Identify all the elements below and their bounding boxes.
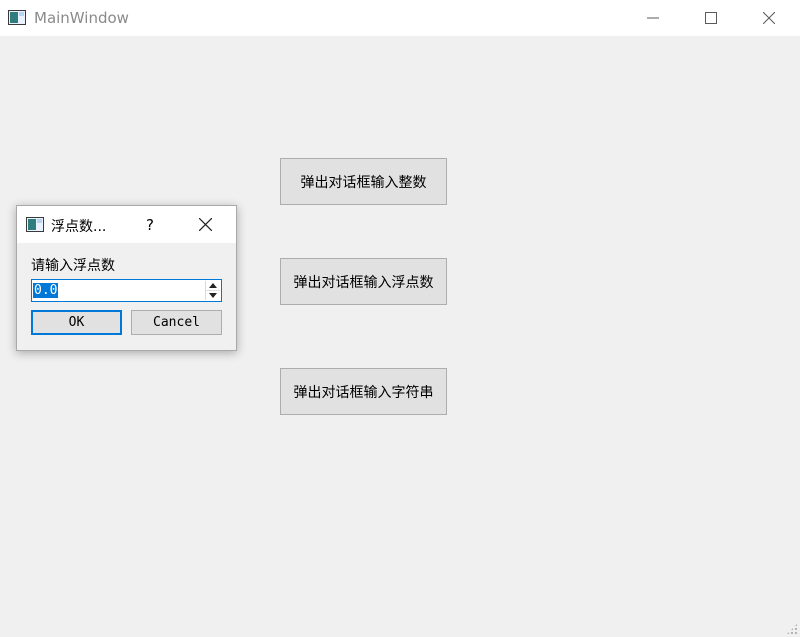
help-icon: ?: [146, 216, 154, 234]
spin-up-button[interactable]: [206, 281, 220, 291]
input-string-button[interactable]: 弹出对话框输入字符串: [280, 368, 447, 415]
dialog-app-icon: [26, 217, 44, 232]
input-integer-button[interactable]: 弹出对话框输入整数: [280, 158, 447, 205]
main-window-titlebar[interactable]: MainWindow: [0, 0, 800, 36]
maximize-icon: [705, 12, 717, 24]
ok-button[interactable]: OK: [31, 310, 122, 335]
help-button[interactable]: ?: [135, 209, 165, 241]
prompt-label: 请输入浮点数: [31, 258, 115, 274]
close-icon: [763, 12, 775, 24]
dialog-title: 浮点数...: [51, 219, 107, 235]
spinbox-buttons: [205, 281, 220, 300]
spin-down-button[interactable]: [206, 291, 220, 300]
dialog-titlebar[interactable]: 浮点数... ?: [17, 206, 236, 243]
spin-down-icon: [209, 293, 217, 298]
window-title: MainWindow: [34, 9, 129, 27]
close-button[interactable]: [740, 0, 798, 36]
float-input-dialog: 浮点数... ? 请输入浮点数 0.0 OK Cancel: [16, 205, 237, 351]
input-float-button[interactable]: 弹出对话框输入浮点数: [280, 258, 447, 305]
app-icon: [8, 10, 26, 25]
spin-up-icon: [209, 283, 217, 288]
dialog-close-button[interactable]: [187, 209, 225, 241]
spinbox-value[interactable]: 0.0: [33, 283, 59, 298]
minimize-button[interactable]: [624, 0, 682, 36]
float-spinbox[interactable]: 0.0: [31, 279, 222, 302]
cancel-button[interactable]: Cancel: [131, 310, 222, 335]
maximize-button[interactable]: [682, 0, 740, 36]
close-icon: [199, 218, 212, 231]
minimize-icon: [647, 17, 659, 19]
